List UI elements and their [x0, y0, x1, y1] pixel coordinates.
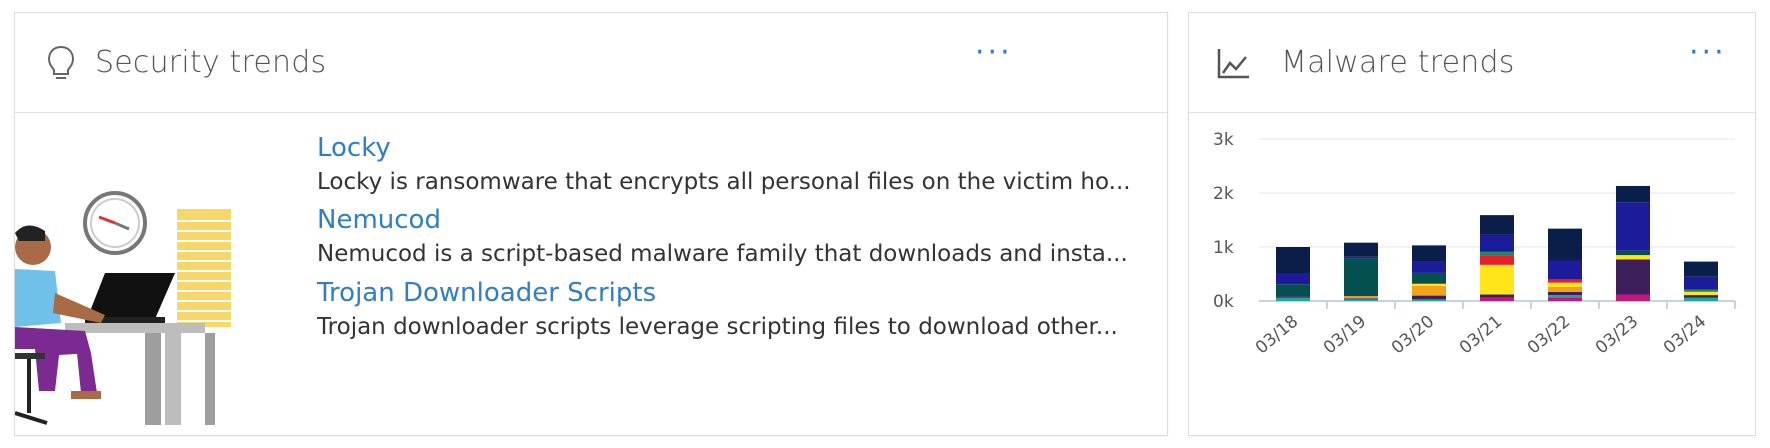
bar-segment[interactable] — [1412, 245, 1446, 262]
bar-segment[interactable] — [1412, 299, 1446, 301]
bar-segment[interactable] — [1684, 289, 1718, 292]
bar-segment[interactable] — [1616, 259, 1650, 295]
security-trends-card: Security trends ··· Locky Locky is ranso… — [14, 12, 1168, 436]
bar-segment[interactable] — [1276, 273, 1310, 285]
x-tick-label: 03/23 — [1592, 312, 1642, 359]
bar-segment[interactable] — [1480, 251, 1514, 256]
bar-segment[interactable] — [1480, 264, 1514, 295]
bar-segment[interactable] — [1412, 261, 1446, 273]
bar-segment[interactable] — [1616, 294, 1650, 301]
person-at-desk-illustration — [15, 191, 231, 425]
bar-segment[interactable] — [1480, 294, 1514, 298]
trend-link-nemucod[interactable]: Nemucod — [317, 205, 441, 235]
bar-segment[interactable] — [1616, 202, 1650, 251]
line-chart-icon — [1217, 49, 1249, 79]
y-tick-label: 0k — [1213, 292, 1234, 312]
bar-segment[interactable] — [1548, 286, 1582, 292]
bar-segment[interactable] — [1412, 295, 1446, 300]
bar-segment[interactable] — [1684, 295, 1718, 298]
x-tick-label: 03/18 — [1252, 312, 1302, 359]
bar-segment[interactable] — [1276, 284, 1310, 297]
bar-segment[interactable] — [1684, 291, 1718, 296]
x-tick-label: 03/19 — [1320, 312, 1370, 359]
bar-segment[interactable] — [1344, 258, 1378, 297]
y-tick-label: 1k — [1213, 238, 1234, 258]
x-tick-label: 03/24 — [1660, 312, 1710, 359]
bar-segment[interactable] — [1480, 297, 1514, 301]
bar-segment[interactable] — [1616, 255, 1650, 260]
bar-segment[interactable] — [1548, 291, 1582, 296]
lightbulb-icon — [47, 45, 75, 79]
bar-segment[interactable] — [1276, 296, 1310, 298]
security-trends-header: Security trends ··· — [15, 13, 1167, 113]
x-tick-label: 03/21 — [1456, 312, 1506, 359]
bar-segment[interactable] — [1480, 255, 1514, 265]
bar-segment[interactable] — [1276, 247, 1310, 274]
malware-trends-card: Malware trends ··· 0k 1k 2k 3k 03/18 03/19 03/… — [1188, 12, 1756, 436]
bar-segment[interactable] — [1684, 297, 1718, 301]
malware-trends-chart: 0k 1k 2k 3k 03/18 03/19 03/20 03/21 03/22 03/23 03… — [1213, 130, 1736, 359]
malware-trends-more-button[interactable]: ··· — [1689, 38, 1727, 68]
bar-segment[interactable] — [1412, 283, 1446, 286]
bar-segment[interactable] — [1344, 242, 1378, 257]
bar-segment[interactable] — [1548, 295, 1582, 298]
bar-segment[interactable] — [1548, 279, 1582, 283]
bar-segment[interactable] — [1684, 276, 1718, 290]
y-tick-label: 3k — [1213, 130, 1234, 150]
bar-segment[interactable] — [1412, 272, 1446, 284]
x-tick-label: 03/20 — [1388, 312, 1438, 359]
bar-segment[interactable] — [1480, 234, 1514, 252]
x-tick-label: 03/22 — [1524, 312, 1574, 359]
trend-description-nemucod: Nemucod is a script-based malware family… — [317, 241, 1128, 267]
bar-segment[interactable] — [1344, 296, 1378, 299]
bar-segment[interactable] — [1548, 260, 1582, 280]
bar-segment[interactable] — [1344, 299, 1378, 301]
security-trends-title: Security trends — [95, 45, 327, 80]
trend-link-locky[interactable]: Locky — [317, 133, 391, 163]
trend-link-trojan-downloader-scripts[interactable]: Trojan Downloader Scripts — [317, 278, 656, 308]
bar-segment[interactable] — [1616, 185, 1650, 203]
security-trends-more-button[interactable]: ··· — [975, 38, 1013, 68]
bar-segment[interactable] — [1412, 285, 1446, 296]
trend-description-trojan-downloader-scripts: Trojan downloader scripts leverage scrip… — [317, 314, 1118, 340]
malware-trends-header: Malware trends ··· — [1189, 13, 1755, 113]
trend-description-locky: Locky is ransomware that encrypts all pe… — [317, 169, 1131, 195]
bar-segment[interactable] — [1480, 215, 1514, 235]
malware-trends-title: Malware trends — [1281, 45, 1515, 80]
bar-segment[interactable] — [1344, 298, 1378, 300]
bar-segment[interactable] — [1684, 261, 1718, 277]
bar-segment[interactable] — [1344, 256, 1378, 259]
bar-segment[interactable] — [1548, 228, 1582, 261]
bar-segment[interactable] — [1616, 250, 1650, 256]
bar-segment[interactable] — [1548, 282, 1582, 287]
bar-segment[interactable] — [1276, 297, 1310, 301]
bar-segment[interactable] — [1548, 297, 1582, 301]
y-tick-label: 2k — [1213, 184, 1234, 204]
